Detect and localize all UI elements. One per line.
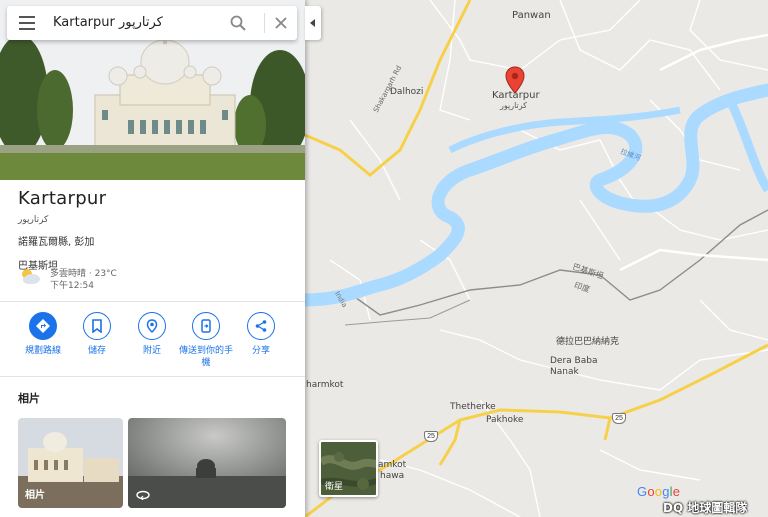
save-button[interactable]: 儲存	[69, 312, 125, 357]
map-label-amkot: amkot	[378, 460, 407, 470]
pin-native-label: کرتارپور	[500, 101, 527, 110]
place-title: Kartarpur	[18, 188, 107, 209]
directions-icon	[29, 312, 57, 340]
place-native-name: کرتارپور	[18, 215, 49, 225]
photos-heading: 相片	[18, 392, 40, 405]
route-shield-25-east: 25	[612, 413, 626, 424]
360-view-icon	[136, 490, 150, 500]
divider	[0, 376, 305, 377]
send-to-phone-label: 傳送到你的手機	[178, 346, 233, 368]
directions-button[interactable]: 規劃路線	[15, 312, 71, 357]
send-to-phone-icon	[192, 312, 220, 340]
watermark: DQ 地球圖輯隊	[663, 501, 748, 515]
save-label: 儲存	[87, 346, 106, 356]
google-logo: Google	[637, 484, 681, 499]
place-info: Kartarpur کرتارپور 諾羅瓦爾縣, 彭加 巴基斯坦	[18, 188, 288, 272]
satellite-toggle[interactable]: 衛星	[319, 440, 378, 497]
photo-tile-360[interactable]	[128, 418, 286, 508]
nearby-icon	[138, 312, 166, 340]
search-icon[interactable]	[229, 14, 247, 32]
weather-widget: 多雲時晴 · 23°C 下午12:54	[18, 264, 218, 291]
place-region: 諾羅瓦爾縣, 彭加	[18, 237, 95, 248]
satellite-label: 衛星	[325, 482, 344, 492]
directions-label: 規劃路線	[24, 346, 61, 356]
menu-icon[interactable]	[19, 16, 35, 30]
search-separator	[264, 13, 265, 33]
chevron-left-icon	[310, 19, 315, 27]
map-label-thetherke: Thetherke	[450, 402, 496, 412]
share-button[interactable]: 分享	[233, 312, 289, 357]
search-box: Kartarpur کرتارپور	[7, 6, 297, 40]
partly-cloudy-icon	[22, 269, 40, 284]
share-label: 分享	[251, 346, 270, 356]
pin-label: Kartarpur	[492, 90, 540, 101]
nearby-label: 附近	[142, 346, 161, 356]
maps-app: Panwan Dalhozi Shakargarh Rd India 德拉巴巴納…	[0, 0, 768, 517]
divider	[0, 301, 305, 302]
map-label-dalhozi: Dalhozi	[390, 87, 424, 97]
map-label-pakhoke: Pakhoke	[486, 415, 524, 425]
route-shield-25-west: 25	[424, 431, 438, 442]
map-label-panwan: Panwan	[512, 10, 551, 21]
share-icon	[247, 312, 275, 340]
map-label-dera-cn: 德拉巴巴納納克	[556, 337, 620, 347]
map-label-hawa: hawa	[380, 471, 405, 481]
street-view-thumbnail	[128, 418, 286, 508]
photo-tile-photos[interactable]: 相片	[18, 418, 123, 508]
side-panel: Kartarpur کرتارپور 諾羅瓦爾縣, 彭加 巴基斯坦 多雲時晴 ·…	[0, 0, 305, 517]
map-label-dera-baba-nanak: Dera Baba Nanak	[550, 356, 598, 377]
send-to-phone-button[interactable]: 傳送到你的手機	[178, 312, 234, 369]
action-bar: 規劃路線 儲存 附近 傳送到你的手機 分享	[0, 312, 305, 372]
photo-tile-label: 相片	[25, 490, 45, 501]
map-label-harmkot: harmkot	[306, 380, 344, 390]
nearby-button[interactable]: 附近	[124, 312, 180, 357]
close-icon[interactable]	[273, 15, 289, 31]
collapse-panel-button[interactable]	[305, 6, 321, 40]
weather-temperature: 23°C	[94, 269, 117, 279]
weather-time: 下午12:54	[50, 281, 94, 291]
bookmark-icon	[83, 312, 111, 340]
search-input[interactable]: Kartarpur کرتارپور	[53, 15, 163, 30]
